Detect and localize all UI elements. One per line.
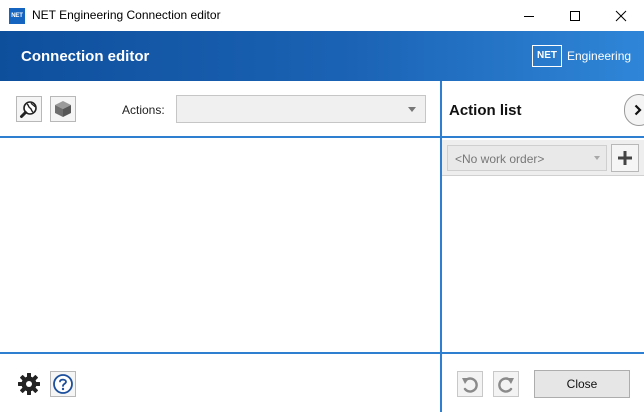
minimize-icon <box>524 15 534 17</box>
cube-icon <box>55 101 71 117</box>
maximize-button[interactable] <box>552 0 598 31</box>
globe-search-button[interactable] <box>16 96 42 122</box>
actions-select[interactable] <box>176 95 426 123</box>
redo-button[interactable] <box>493 371 519 397</box>
action-list-title: Action list <box>449 102 522 119</box>
logo-text: Engineering <box>567 49 632 63</box>
title-bar: NET NET Engineering Connection editor <box>0 0 644 31</box>
close-icon <box>615 10 627 21</box>
window-close-button[interactable] <box>598 0 644 31</box>
maximize-icon <box>570 10 580 21</box>
chevron-down-icon <box>408 107 416 112</box>
close-button[interactable]: Close <box>534 370 630 398</box>
connection-editor-canvas[interactable] <box>0 140 440 354</box>
globe-search-icon <box>20 101 37 118</box>
page-title: Connection editor <box>21 48 150 65</box>
work-order-value: <No work order> <box>455 152 545 166</box>
actions-label: Actions: <box>122 103 165 117</box>
redo-icon <box>498 377 514 393</box>
window-title: NET Engineering Connection editor <box>32 8 221 22</box>
plus-icon <box>618 151 632 165</box>
app-icon: NET <box>9 8 25 24</box>
settings-button[interactable] <box>16 371 42 397</box>
logo-mark: NET <box>532 45 562 67</box>
action-list[interactable] <box>442 177 644 354</box>
undo-button[interactable] <box>457 371 483 397</box>
gear-icon <box>18 373 40 395</box>
help-icon <box>53 374 73 394</box>
expand-panel-button[interactable] <box>624 94 644 126</box>
undo-icon <box>462 377 478 393</box>
help-button[interactable] <box>50 371 76 397</box>
chevron-right-icon <box>634 104 642 116</box>
minimize-button[interactable] <box>506 0 552 31</box>
add-work-order-button[interactable] <box>611 144 639 172</box>
cube-button[interactable] <box>50 96 76 122</box>
chevron-down-icon <box>594 156 600 160</box>
work-order-select[interactable]: <No work order> <box>447 145 607 171</box>
header-banner: Connection editor NET Engineering <box>0 31 644 81</box>
